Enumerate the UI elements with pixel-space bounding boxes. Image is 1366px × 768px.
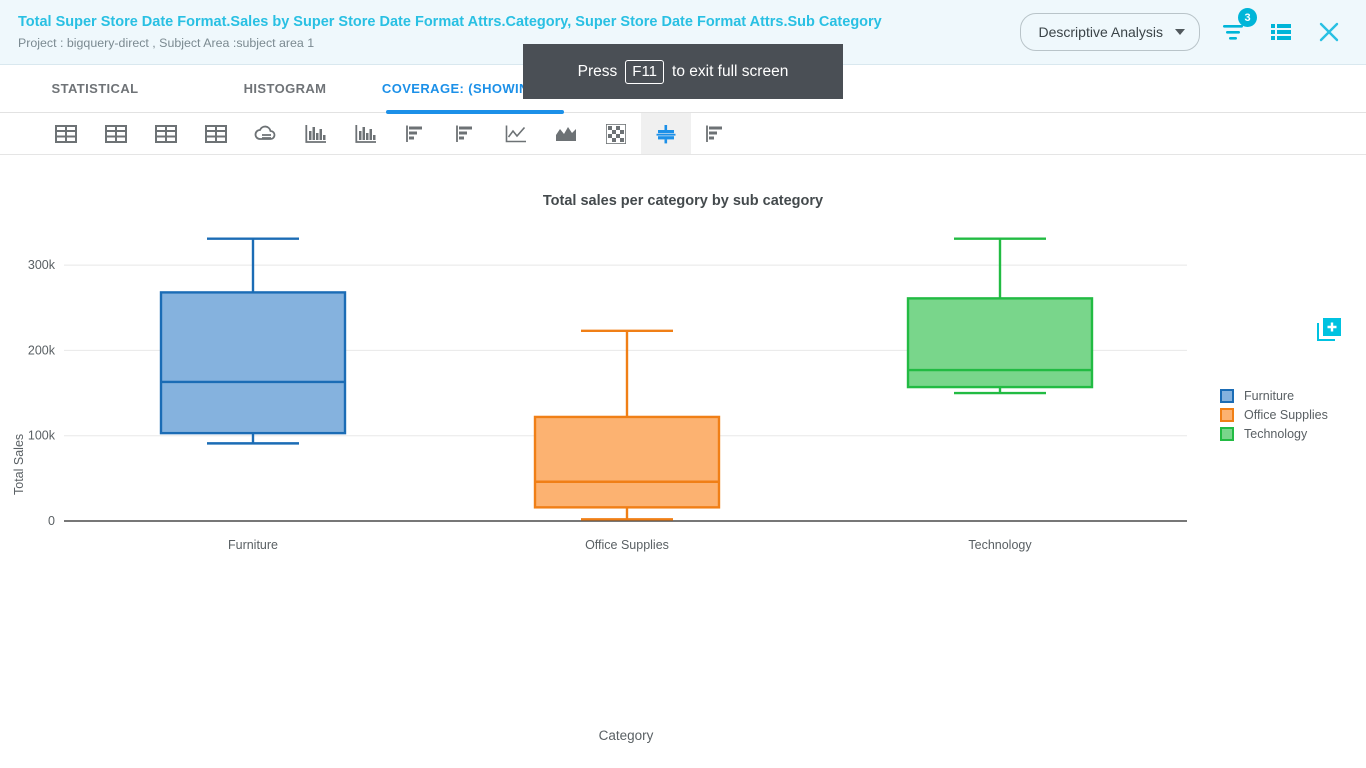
toast-suffix: to exit full screen bbox=[672, 62, 789, 80]
close-button[interactable] bbox=[1314, 17, 1344, 47]
tool-table-grid-4[interactable] bbox=[191, 113, 241, 154]
toast-key: F11 bbox=[625, 59, 665, 84]
page-title: Total Super Store Date Format.Sales by S… bbox=[18, 14, 882, 30]
close-icon bbox=[1319, 22, 1339, 42]
app-header: Total Super Store Date Format.Sales by S… bbox=[0, 0, 1366, 99]
chart-type-toolbar bbox=[0, 113, 1366, 155]
table-grid-icon bbox=[105, 124, 127, 143]
tool-bar-chart-2[interactable] bbox=[341, 113, 391, 154]
analysis-type-label: Descriptive Analysis bbox=[1038, 24, 1164, 40]
tool-box-plot[interactable] bbox=[641, 113, 691, 154]
box-plot-office-supplies bbox=[533, 329, 721, 521]
chart-panel: Total sales per category by sub category… bbox=[0, 155, 1366, 767]
y-axis-label: Total Sales bbox=[12, 433, 26, 495]
list-view-button[interactable] bbox=[1266, 17, 1296, 47]
page-subtitle: Project : bigquery-direct , Subject Area… bbox=[18, 36, 315, 50]
area-chart-icon bbox=[556, 126, 576, 141]
tool-heatmap[interactable] bbox=[591, 113, 641, 154]
tool-line-chart[interactable] bbox=[491, 113, 541, 154]
chart-legend: Furniture Office Supplies Technology bbox=[1220, 386, 1328, 443]
box-plot-technology bbox=[906, 237, 1094, 395]
tool-pareto-3[interactable] bbox=[691, 113, 741, 154]
y-tick-label: 300k bbox=[28, 258, 56, 272]
tool-table-grid-1[interactable] bbox=[41, 113, 91, 154]
tool-table-grid-3[interactable] bbox=[141, 113, 191, 154]
analysis-type-dropdown[interactable]: Descriptive Analysis bbox=[1019, 13, 1200, 51]
legend-item[interactable]: Furniture bbox=[1220, 386, 1328, 405]
legend-item[interactable]: Office Supplies bbox=[1220, 405, 1328, 424]
x-tick-label: Office Supplies bbox=[585, 538, 669, 552]
tool-bar-chart-1[interactable] bbox=[291, 113, 341, 154]
legend-label: Technology bbox=[1244, 426, 1308, 441]
y-tick-label: 200k bbox=[28, 343, 56, 357]
legend-label: Furniture bbox=[1244, 388, 1295, 403]
filter-badge: 3 bbox=[1238, 8, 1257, 27]
toast-prefix: Press bbox=[577, 62, 618, 80]
chevron-down-icon bbox=[1175, 29, 1185, 35]
y-tick-label: 100k bbox=[28, 429, 56, 443]
x-tick-label: Furniture bbox=[228, 538, 278, 552]
legend-item[interactable]: Technology bbox=[1220, 424, 1328, 443]
bar-chart-icon bbox=[355, 124, 376, 143]
box bbox=[906, 297, 1094, 389]
tool-pareto-2[interactable] bbox=[441, 113, 491, 154]
cloud-report-icon bbox=[254, 125, 276, 140]
x-tick-label: Technology bbox=[968, 538, 1032, 552]
list-icon bbox=[1271, 24, 1291, 40]
tool-pareto-1[interactable] bbox=[391, 113, 441, 154]
tab-statistical[interactable]: STATISTICAL bbox=[0, 65, 190, 112]
box-plot-svg: 0 100k 200k 300k Furniture Office Supplies Tec… bbox=[28, 237, 1187, 552]
box bbox=[159, 291, 347, 435]
table-grid-icon bbox=[55, 124, 77, 143]
y-tick-label: 0 bbox=[48, 514, 55, 528]
heatmap-icon bbox=[606, 123, 626, 144]
legend-swatch-icon bbox=[1220, 426, 1234, 441]
header-actions: Descriptive Analysis 3 bbox=[1019, 8, 1366, 51]
tool-cloud-report[interactable] bbox=[241, 113, 291, 154]
horizontal-bar-chart-icon bbox=[406, 125, 422, 142]
fullscreen-toast: Press F11 to exit full screen bbox=[523, 44, 843, 99]
horizontal-bar-chart-icon bbox=[706, 125, 722, 142]
horizontal-bar-chart-icon bbox=[456, 125, 472, 142]
legend-label: Office Supplies bbox=[1244, 407, 1328, 422]
bar-chart-icon bbox=[305, 124, 326, 143]
header-text-block: Total Super Store Date Format.Sales by S… bbox=[0, 12, 1020, 52]
x-axis-label: Category bbox=[598, 728, 654, 743]
filter-button[interactable]: 3 bbox=[1218, 8, 1257, 47]
tool-area-chart[interactable] bbox=[541, 113, 591, 154]
box-plot-icon bbox=[656, 124, 676, 143]
tool-table-grid-2[interactable] bbox=[91, 113, 141, 154]
line-chart-icon bbox=[505, 125, 526, 142]
table-grid-icon bbox=[155, 124, 177, 143]
box-plot-furniture bbox=[159, 237, 347, 445]
legend-swatch-icon bbox=[1220, 388, 1234, 403]
table-grid-icon bbox=[205, 124, 227, 143]
legend-swatch-icon bbox=[1220, 407, 1234, 422]
box bbox=[533, 415, 721, 509]
tab-histogram[interactable]: HISTOGRAM bbox=[190, 65, 380, 112]
